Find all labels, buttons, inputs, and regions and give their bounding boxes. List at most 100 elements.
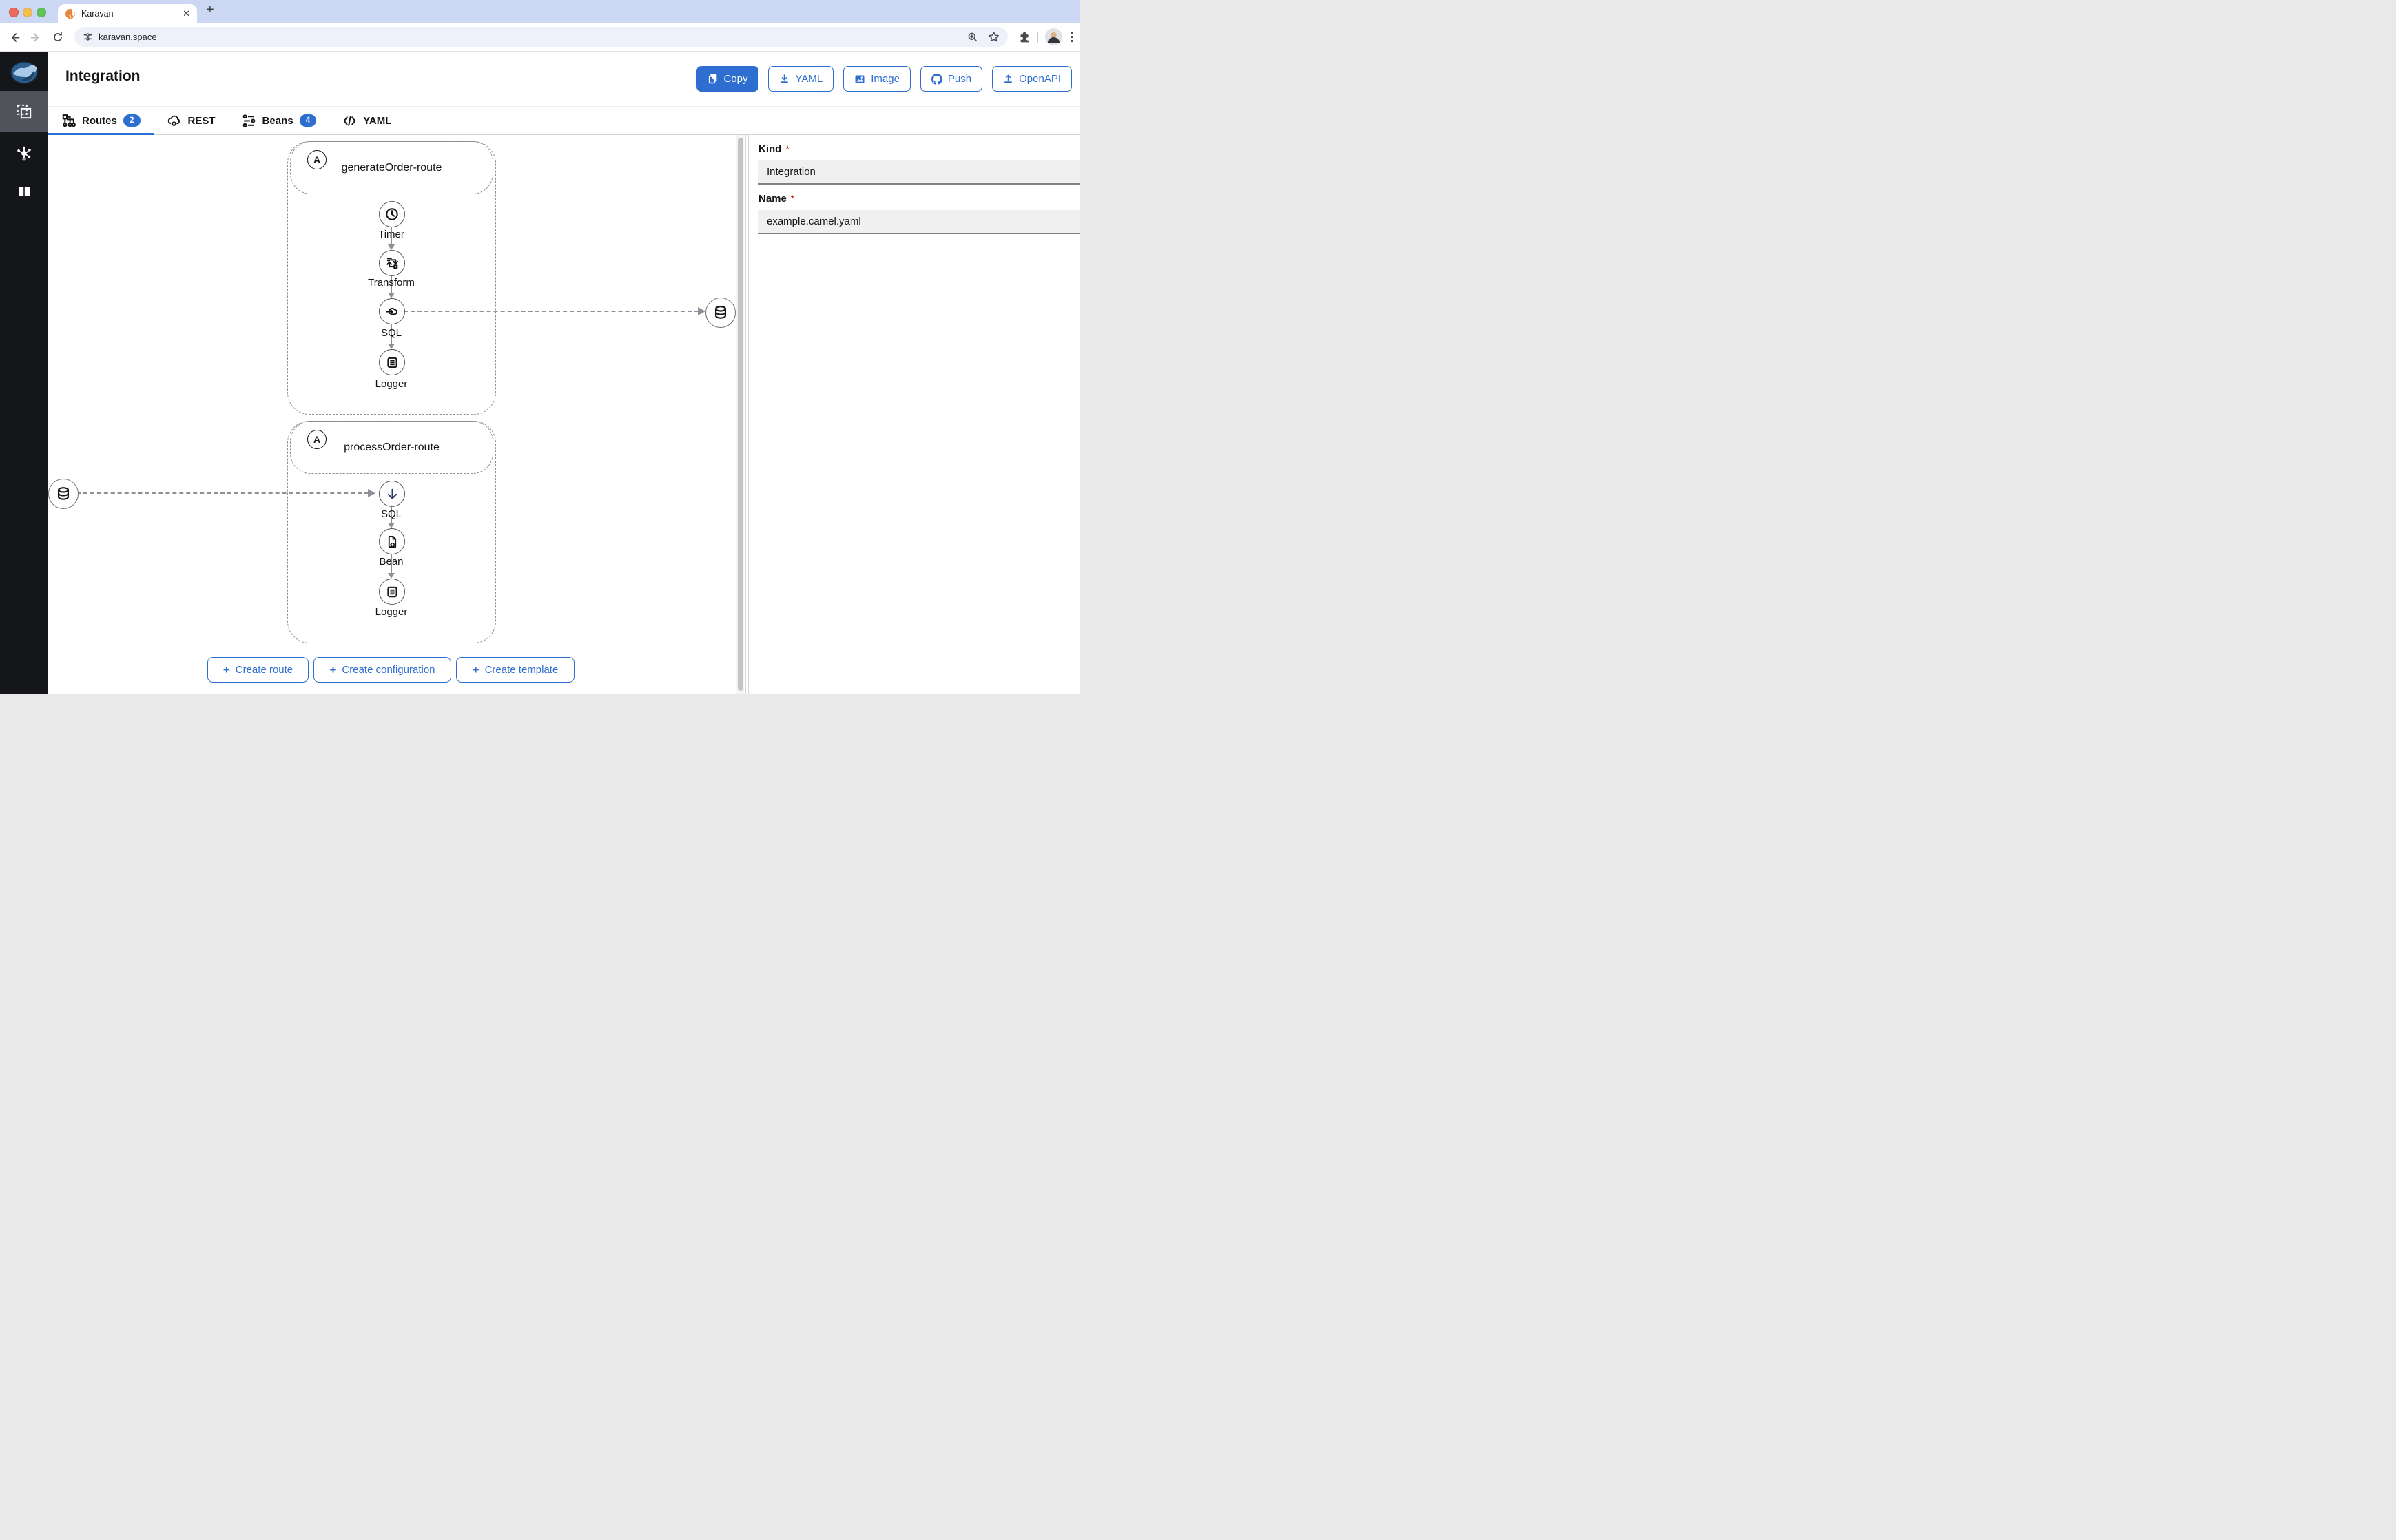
step-node-logger[interactable] xyxy=(379,579,405,605)
canvas-scrollbar[interactable] xyxy=(736,135,744,694)
route-name: generateOrder-route xyxy=(341,161,442,174)
step-label: Timer xyxy=(378,229,404,240)
route-name: processOrder-route xyxy=(344,441,440,453)
arrowhead-left xyxy=(368,489,375,497)
topology-icon xyxy=(15,145,33,163)
step-node-logger[interactable] xyxy=(379,349,405,375)
browser-tab-karavan[interactable]: Karavan ✕ xyxy=(58,4,197,23)
required-asterisk: * xyxy=(785,143,789,154)
kind-field-label: Kind * xyxy=(758,143,789,155)
reload-icon[interactable] xyxy=(50,29,66,45)
create-route-button[interactable]: + Create route xyxy=(207,657,309,683)
copy-button[interactable]: Copy xyxy=(696,66,759,92)
name-field[interactable] xyxy=(758,210,1080,234)
openapi-upload-button[interactable]: OpenAPI xyxy=(992,66,1072,92)
tune-icon[interactable] xyxy=(83,32,93,42)
endpoint-database-right[interactable] xyxy=(705,298,736,328)
rest-cloud-icon xyxy=(167,113,182,128)
url-text[interactable]: karavan.space xyxy=(99,32,967,42)
bookmark-star-icon[interactable] xyxy=(988,31,1000,43)
logger-icon xyxy=(385,585,400,599)
browser-tab-title: Karavan xyxy=(81,8,114,19)
avatar[interactable] xyxy=(1045,28,1062,45)
minimize-window-button[interactable] xyxy=(23,8,32,17)
route-badge-autostart: A xyxy=(307,150,327,169)
step-node-transform[interactable] xyxy=(379,250,405,276)
route-header-generateOrder[interactable]: A generateOrder-route xyxy=(290,141,493,194)
close-tab-icon[interactable]: ✕ xyxy=(183,9,190,18)
step-label: SQL xyxy=(380,327,402,339)
step-node-bean[interactable] xyxy=(379,528,405,554)
yaml-download-button[interactable]: YAML xyxy=(768,66,834,92)
route-header-processOrder[interactable]: A processOrder-route xyxy=(290,421,493,474)
header-buttons: Copy YAML Image Push OpenAPI xyxy=(696,66,1072,92)
image-icon xyxy=(854,74,865,85)
sidebar-item-designer[interactable] xyxy=(0,91,48,132)
tab-routes[interactable]: Routes 2 xyxy=(48,107,154,135)
routes-icon xyxy=(61,114,76,128)
close-window-button[interactable] xyxy=(9,8,19,17)
url-bar[interactable]: karavan.space xyxy=(74,27,1008,47)
scrollbar-thumb[interactable] xyxy=(737,138,743,691)
tab-beans[interactable]: Beans 4 xyxy=(229,107,330,134)
plus-icon: + xyxy=(329,663,337,676)
beans-count-badge: 4 xyxy=(299,114,317,127)
consume-from-icon xyxy=(384,486,400,502)
kebab-menu-icon[interactable] xyxy=(1071,31,1073,43)
zoom-in-icon[interactable] xyxy=(967,32,978,43)
upload-icon xyxy=(1003,74,1013,84)
database-icon xyxy=(54,485,72,503)
tab-rest[interactable]: REST xyxy=(154,107,229,134)
book-icon xyxy=(16,184,32,200)
database-icon xyxy=(712,304,730,322)
create-configuration-button[interactable]: + Create configuration xyxy=(313,657,451,683)
link-arrowhead xyxy=(388,344,395,349)
step-label: Bean xyxy=(379,556,404,568)
bean-file-icon xyxy=(385,534,400,549)
link-arrowhead xyxy=(388,244,395,250)
sidebar-item-topology[interactable] xyxy=(0,137,48,170)
tab-yaml[interactable]: YAML xyxy=(329,107,404,134)
page-header: Integration Copy YAML Image Push OpenAPI xyxy=(48,52,1080,107)
page-title: Integration xyxy=(65,68,141,84)
properties-panel: Kind* Name* xyxy=(749,135,1080,694)
send-to-icon xyxy=(384,304,400,320)
plus-icon: + xyxy=(472,663,479,676)
karavan-favicon xyxy=(65,8,76,19)
github-icon xyxy=(931,73,942,85)
back-arrow-icon[interactable] xyxy=(6,29,22,45)
push-button[interactable]: Push xyxy=(920,66,983,92)
create-template-button[interactable]: + Create template xyxy=(456,657,575,683)
routes-count-badge: 2 xyxy=(123,114,141,127)
browser-tabstrip: Karavan ✕ + xyxy=(0,0,1080,23)
route-badge-autostart: A xyxy=(307,430,327,449)
image-button[interactable]: Image xyxy=(843,66,911,92)
fullscreen-window-button[interactable] xyxy=(37,8,46,17)
link-arrowhead xyxy=(388,573,395,579)
sidebar-item-knowledgebase[interactable] xyxy=(0,176,48,209)
karavan-logo[interactable] xyxy=(10,61,38,84)
code-icon xyxy=(342,114,357,128)
app-sidebar xyxy=(0,52,48,694)
extensions-puzzle-icon[interactable] xyxy=(1018,30,1031,43)
plus-icon: + xyxy=(223,663,230,676)
step-node-sql-out[interactable] xyxy=(379,298,405,324)
download-icon xyxy=(779,74,789,84)
browser-window: Karavan ✕ + karavan.space Integration Co… xyxy=(0,0,1080,694)
step-label: Logger xyxy=(375,606,408,618)
timer-clock-icon xyxy=(384,207,400,222)
step-node-sql-in[interactable] xyxy=(379,481,405,507)
forward-arrow-icon[interactable] xyxy=(28,29,44,45)
route-designer-canvas[interactable]: A generateOrder-route Timer Transform SQ… xyxy=(48,135,737,694)
new-tab-button[interactable]: + xyxy=(206,2,214,18)
browser-toolbar: karavan.space xyxy=(0,23,1080,52)
kind-field[interactable] xyxy=(758,160,1080,185)
required-asterisk: * xyxy=(790,193,795,204)
panel-divider xyxy=(745,135,746,694)
endpoint-database-left[interactable] xyxy=(48,479,79,509)
connection-database-to-sql xyxy=(76,492,369,494)
link-arrowhead xyxy=(388,523,395,528)
logger-icon xyxy=(385,355,400,370)
step-node-timer[interactable] xyxy=(379,201,405,227)
arrowhead-right xyxy=(698,307,705,315)
